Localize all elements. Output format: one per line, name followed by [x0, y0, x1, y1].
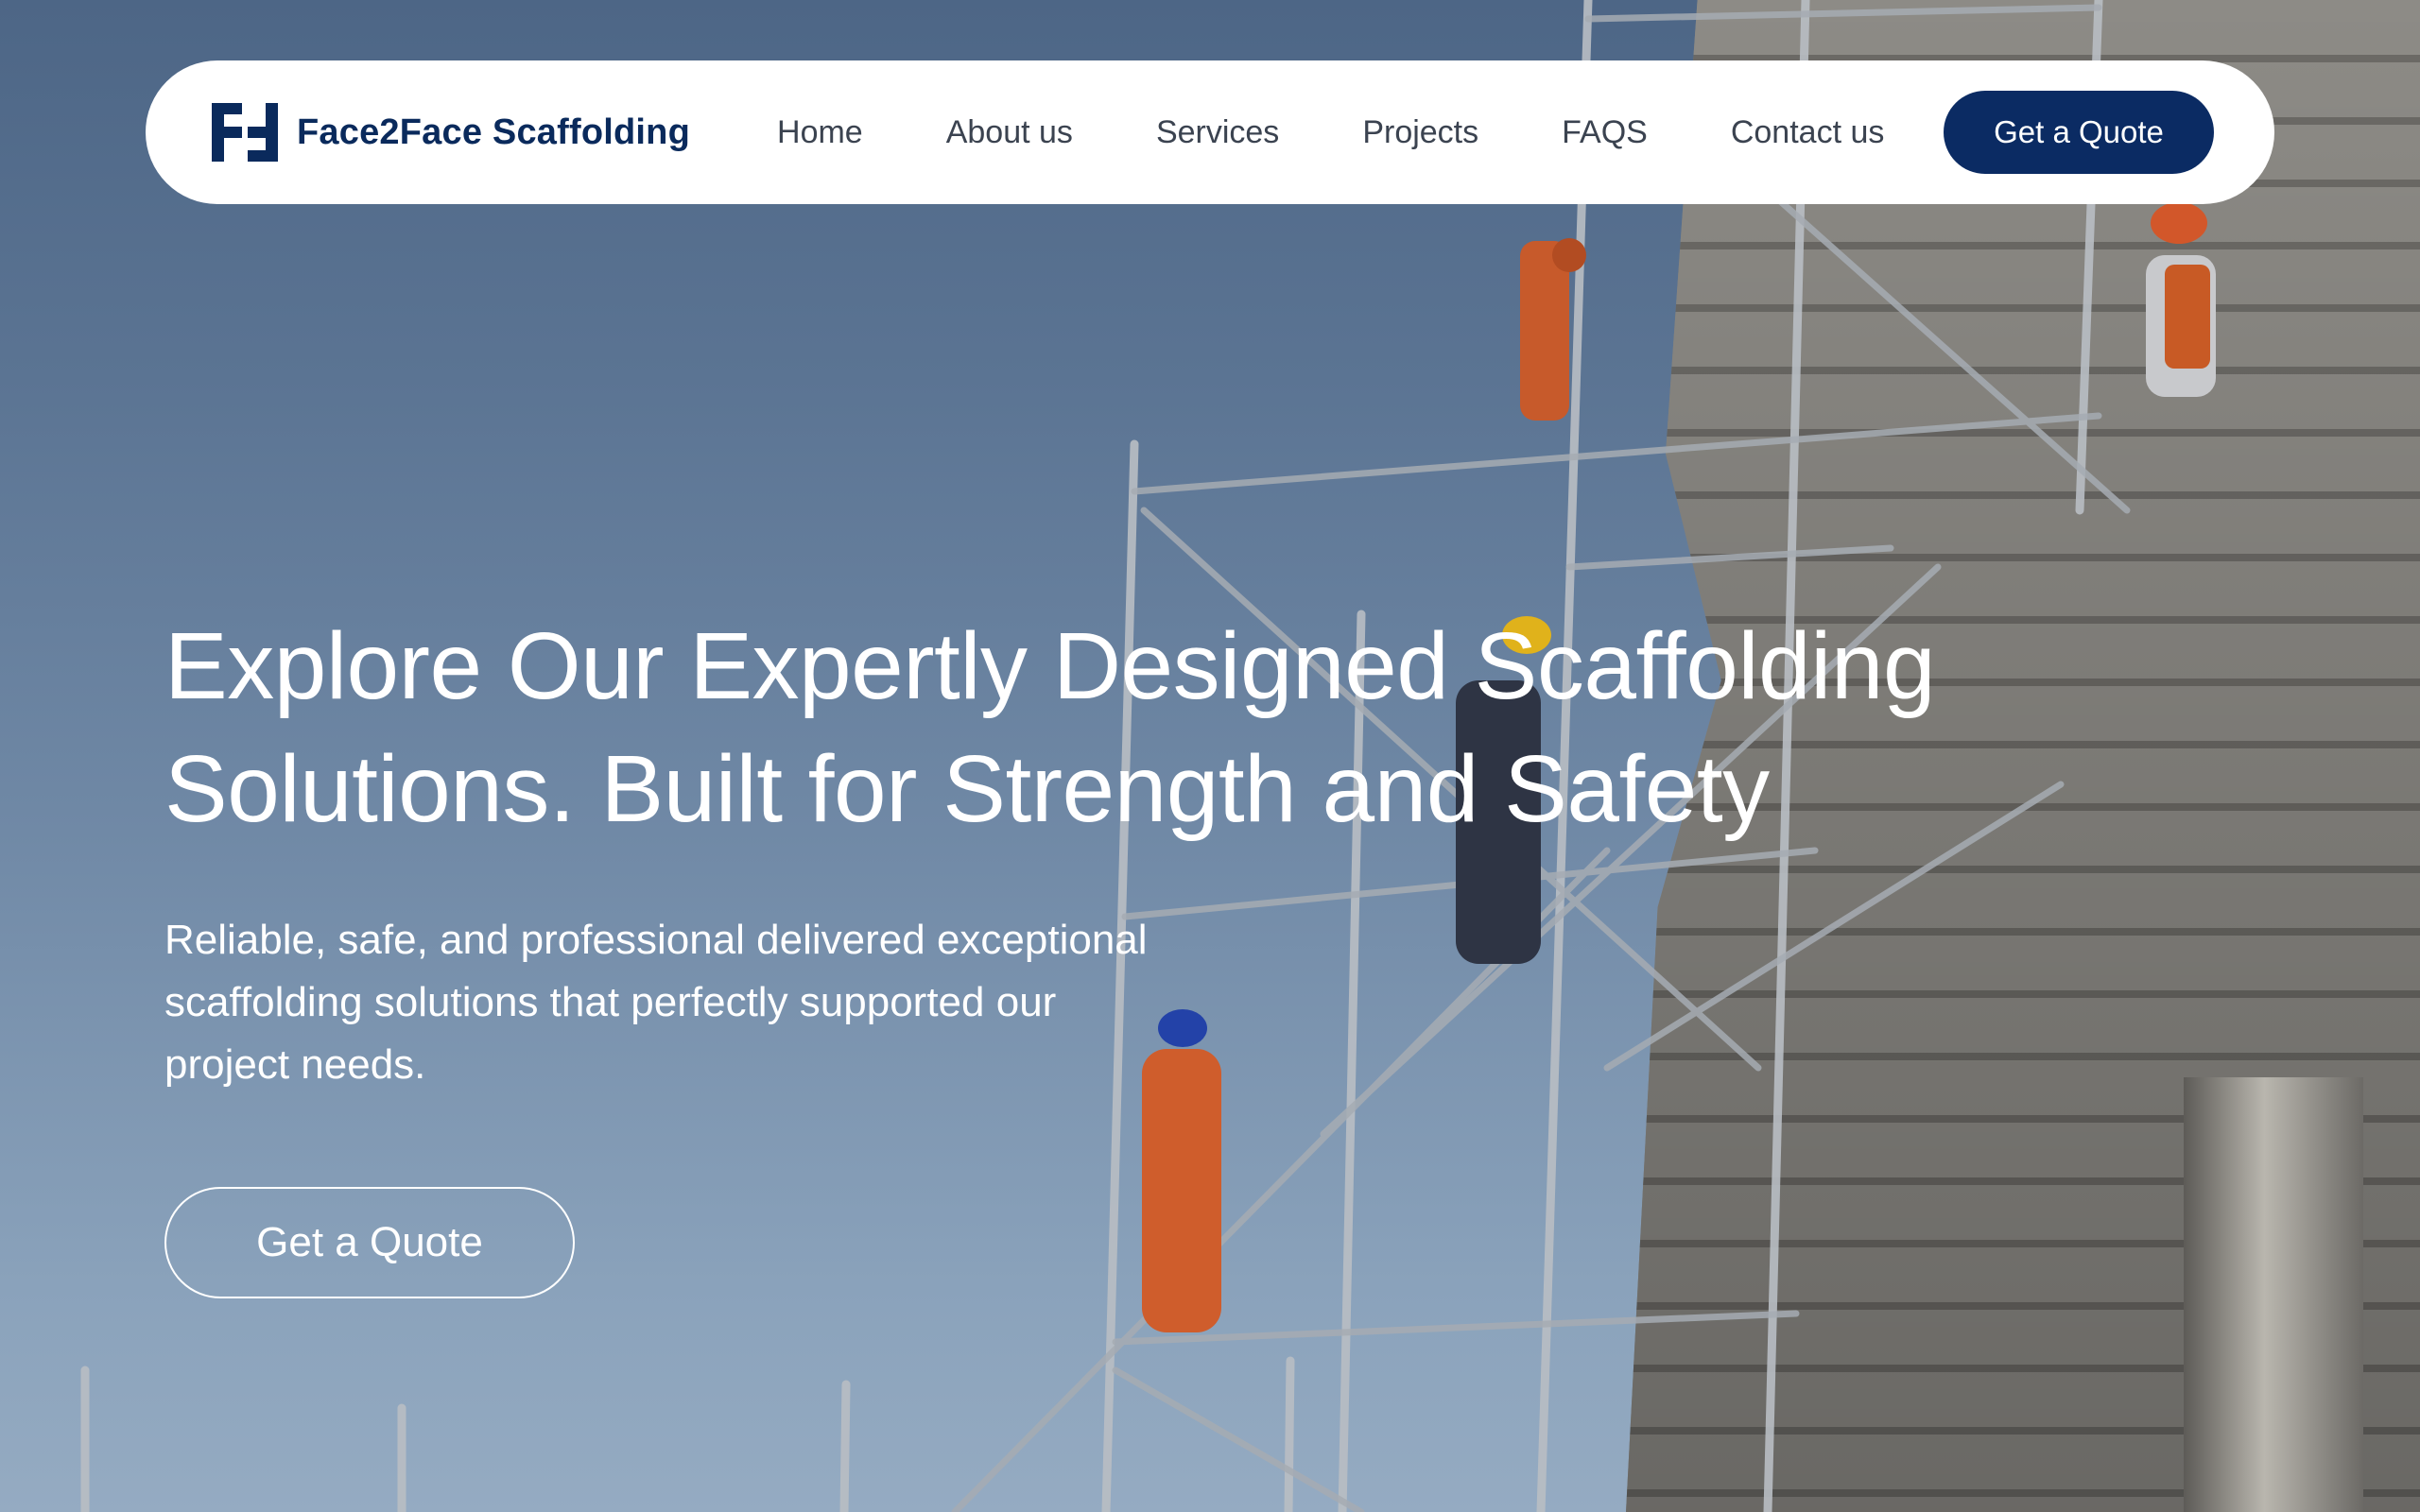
nav-links: Home About us Services Projects FAQS Con…	[777, 114, 1884, 151]
nav-link-about-us[interactable]: About us	[946, 114, 1073, 151]
hero-title-line-1: Explore Our Expertly Designed Scaffoldin…	[164, 613, 1936, 719]
hero-get-quote-button[interactable]: Get a Quote	[164, 1187, 575, 1298]
brand-name: Face2Face Scaffolding	[297, 112, 691, 152]
top-navbar: Face2Face Scaffolding Home About us Serv…	[146, 60, 2274, 204]
brand[interactable]: Face2Face Scaffolding	[212, 103, 690, 162]
f2f-logo-icon	[212, 103, 278, 162]
nav-link-services[interactable]: Services	[1156, 114, 1279, 151]
hero-title: Explore Our Expertly Designed Scaffoldin…	[164, 605, 1942, 850]
nav-link-projects[interactable]: Projects	[1362, 114, 1478, 151]
nav-link-contact-us[interactable]: Contact us	[1731, 114, 1885, 151]
hero-subtitle: Reliable, safe, and professional deliver…	[164, 917, 1148, 1088]
nav-get-quote-button[interactable]: Get a Quote	[1944, 91, 2214, 174]
nav-link-home[interactable]: Home	[777, 114, 863, 151]
hero-title-line-2: Solutions. Built for Strength and Safety	[164, 736, 1770, 842]
hero-section: Face2Face Scaffolding Home About us Serv…	[0, 0, 2420, 1512]
nav-link-faqs[interactable]: FAQS	[1562, 114, 1648, 151]
